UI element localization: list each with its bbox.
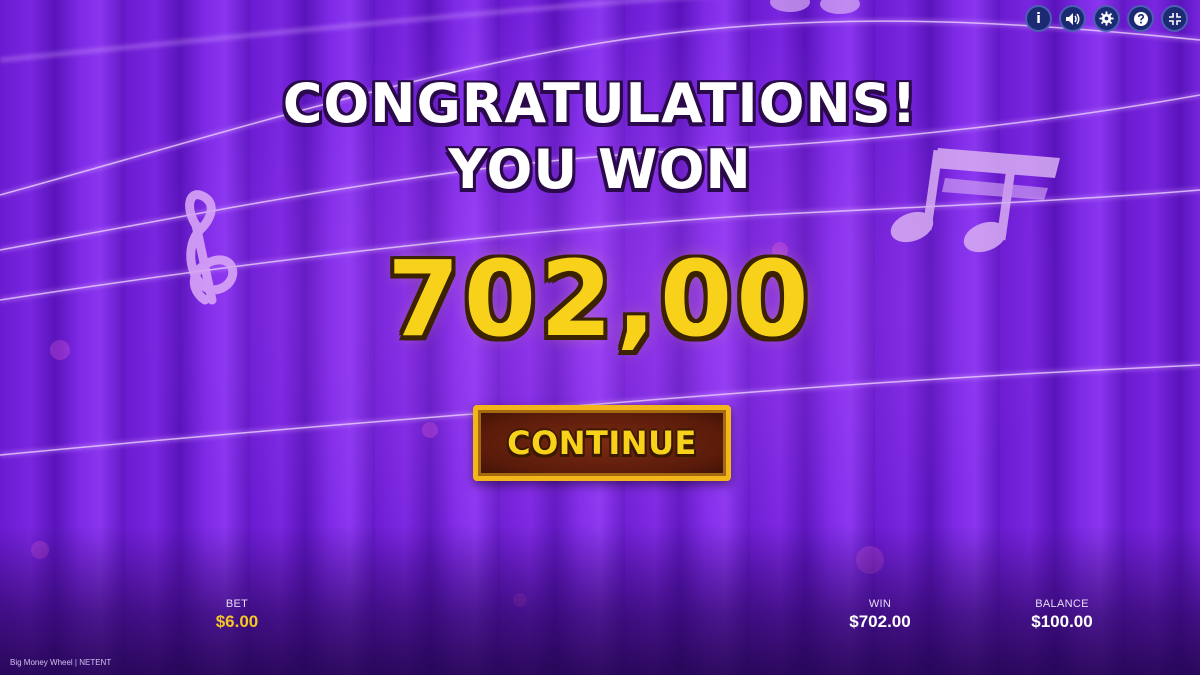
- settings-gear-icon: [1099, 11, 1114, 26]
- bet-value: $6.00: [215, 612, 259, 631]
- help-icon: [1133, 11, 1148, 26]
- win-amount: 702,00: [387, 238, 813, 360]
- info-icon: i: [1036, 10, 1041, 27]
- you-won-heading: YOU WON: [448, 138, 752, 201]
- bet-label: BET: [225, 598, 249, 610]
- continue-label: CONTINUE: [507, 424, 697, 462]
- win-label: WIN: [868, 598, 892, 610]
- continue-button[interactable]: CONTINUE: [473, 405, 731, 481]
- win-display: WIN $702.00: [810, 598, 950, 632]
- minimize-button[interactable]: [1161, 5, 1188, 32]
- settings-button[interactable]: [1093, 5, 1120, 32]
- help-button[interactable]: [1127, 5, 1154, 32]
- balance-label: BALANCE: [1035, 598, 1089, 610]
- balance-value: $100.00: [1031, 612, 1093, 631]
- game-screen: i CONGRATULATIONS! YOU WON 702,00 CONTIN…: [0, 0, 1200, 675]
- minimize-icon: [1168, 12, 1181, 25]
- sound-button[interactable]: [1059, 5, 1086, 32]
- footer-brand: Big Money Wheel | NETENT: [10, 658, 112, 667]
- info-button[interactable]: i: [1025, 5, 1052, 32]
- bet-display: BET $6.00: [167, 598, 307, 632]
- top-toolbar: i: [1025, 5, 1188, 32]
- balance-display: BALANCE $100.00: [992, 598, 1132, 632]
- sound-icon: [1065, 12, 1079, 25]
- congratulations-heading: CONGRATULATIONS!: [282, 72, 918, 135]
- win-value: $702.00: [849, 612, 911, 631]
